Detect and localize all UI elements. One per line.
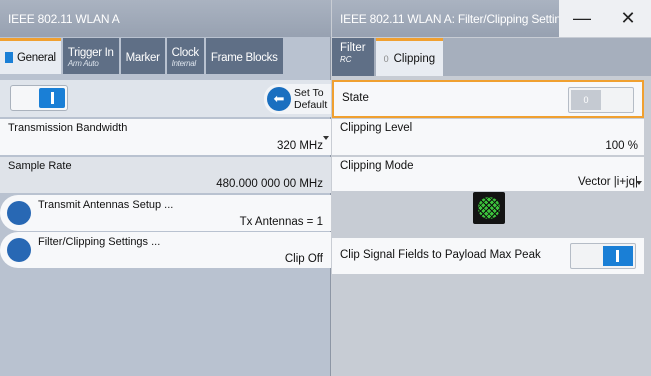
tab-label: Filter [340,42,366,54]
tab-label: Marker [125,51,160,64]
close-button[interactable]: ✕ [605,0,651,37]
minimize-icon: — [573,8,591,28]
tab-sublabel: Arm Auto [67,58,99,68]
antenna-icon [7,201,31,225]
dropdown-caret-icon [636,181,642,185]
tab-sublabel: Internal [171,58,197,68]
tab-bar: General Trigger In Arm Auto Marker Clock… [0,38,285,76]
field-label: Transmission Bandwidth [8,122,128,134]
switch-knob [603,246,633,266]
state-label: State [342,92,369,104]
tab-general[interactable]: General [0,38,61,74]
field-label: Clipping Level [340,122,413,134]
field-label: Clipping Mode [340,160,414,172]
button-label: Transmit Antennas Setup ... [38,199,174,211]
tab-trigger-in[interactable]: Trigger In Arm Auto [62,38,119,74]
state-toolbar: ⬅ Set To Default [0,80,331,117]
sample-rate-field: Sample Rate 480.000 000 00 MHz [0,157,331,193]
tab-filter[interactable]: Filter RC [332,38,374,76]
filter-clipping-button[interactable]: Filter/Clipping Settings ... Clip Off [0,232,331,268]
button-label: Filter/Clipping Settings ... [38,236,161,248]
tab-sublabel: RC [340,55,352,64]
active-indicator-icon [5,52,13,63]
clipping-mode-field[interactable]: Clipping Mode Vector |i+jq| [332,157,644,191]
tab-label: General [17,51,56,64]
minimize-button[interactable]: — [559,0,605,37]
button-value: Clip Off [284,253,323,265]
tab-frame-blocks[interactable]: Frame Blocks [205,38,283,74]
tab-marker[interactable]: Marker [120,38,165,74]
clip-signal-label: Clip Signal Fields to Payload Max Peak [340,249,541,261]
tab-label: Trigger In [67,46,114,59]
tab-clock[interactable]: Clock Internal [166,38,204,74]
filter-icon [7,238,31,262]
dropdown-caret-icon [323,136,329,140]
tab-label: Clock [171,46,200,59]
filter-clipping-dialog: IEEE 802.11 WLAN A: Filter/Clipping Sett… [332,0,651,376]
field-label: Sample Rate [8,160,72,172]
set-default-line1: Set To [294,87,324,99]
set-to-default-button[interactable]: ⬅ Set To Default [264,84,331,114]
constellation-icon[interactable] [473,192,505,224]
panel-title: IEEE 802.11 WLAN A [0,0,331,37]
field-value: 480.000 000 00 MHz [216,178,323,190]
tab-marker: 0 [383,53,389,64]
transmit-antennas-button[interactable]: Transmit Antennas Setup ... Tx Antennas … [0,195,331,231]
field-value: 320 MHz [276,140,323,152]
state-toggle[interactable] [10,85,68,111]
clipping-level-field[interactable]: Clipping Level 100 % [332,119,644,155]
field-value: 100 % [605,140,638,152]
tab-clipping[interactable]: 0 Clipping [375,38,444,76]
transmission-bandwidth-field[interactable]: Transmission Bandwidth 320 MHz [0,119,331,155]
tab-label: Clipping [393,52,436,65]
switch-knob: 0 [571,90,601,110]
set-default-icon: ⬅ [267,87,291,111]
toggle-knob [39,88,65,108]
dialog-tab-bar: Filter RC 0 Clipping [332,38,651,76]
clip-signal-fields-row: Clip Signal Fields to Payload Max Peak [332,238,644,274]
button-value: Tx Antennas = 1 [239,216,323,228]
tab-label: Frame Blocks [210,51,278,64]
close-icon: ✕ [620,8,636,28]
set-default-line2: Default [294,99,328,111]
state-row: State 0 [332,80,644,118]
field-value: Vector |i+jq| [578,176,638,188]
clip-signal-switch[interactable] [570,243,636,269]
wlan-main-panel: IEEE 802.11 WLAN A General Trigger In Ar… [0,0,331,376]
state-switch[interactable]: 0 [568,87,634,113]
